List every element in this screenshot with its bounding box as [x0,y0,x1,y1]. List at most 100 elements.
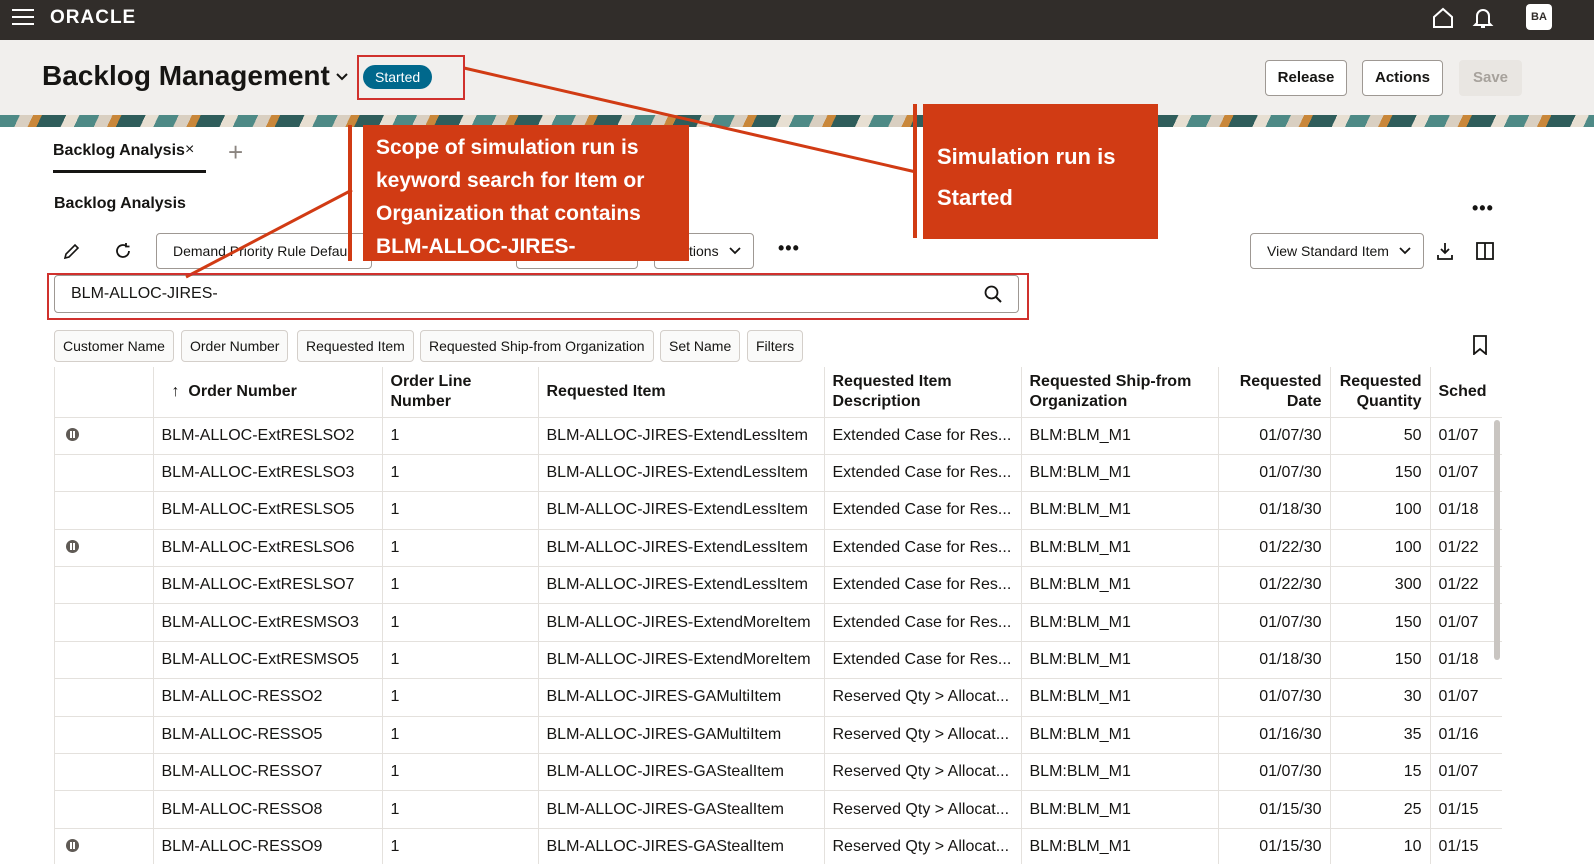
filter-chip-requested-item[interactable]: Requested Item [297,330,414,362]
home-icon[interactable] [1430,5,1456,31]
status-cell [55,417,154,455]
user-avatar[interactable]: BA [1526,4,1552,30]
requested-item-cell: BLM-ALLOC-JIRES-ExtendLessItem [538,529,825,568]
requested-item-cell: BLM-ALLOC-JIRES-ExtendMoreItem [538,603,825,642]
status-cell [55,566,154,605]
scheduled-date-cell: 01/07 [1430,753,1502,792]
column-header-requested-item[interactable]: Requested Item [538,367,825,418]
demand-priority-rule-select[interactable]: Demand Priority Rule Defaul [156,233,372,269]
column-header-ship-from-org[interactable]: Requested Ship-from Organization [1021,367,1219,418]
highlight-status-box [357,55,465,100]
requested-item-cell: BLM-ALLOC-JIRES-GAStealItem [538,828,825,864]
item-description-cell: Reserved Qty > Allocat... [824,678,1022,717]
chevron-down-icon[interactable] [335,70,349,84]
backlog-table: ↑ Order Number Order Line Number Request… [54,367,1502,864]
requested-quantity-cell: 50 [1330,417,1431,455]
section-title: Backlog Analysis [54,195,186,212]
requested-date-cell: 01/22/30 [1218,566,1331,605]
requested-date-cell: 01/18/30 [1218,491,1331,530]
requested-item-cell: BLM-ALLOC-JIRES-GAStealItem [538,753,825,792]
filters-button[interactable]: Filters [747,330,804,362]
download-icon[interactable] [1435,241,1455,261]
paused-status-icon [66,427,79,441]
requested-item-cell: BLM-ALLOC-JIRES-GAMultiItem [538,678,825,717]
tab-backlog-analysis[interactable]: Backlog Analysis [53,142,185,160]
status-cell [55,641,154,680]
save-button[interactable]: Save [1459,60,1522,96]
column-header-requested-quantity[interactable]: Requested Quantity [1330,367,1431,418]
order-line-cell: 1 [382,566,539,605]
release-button[interactable]: Release [1265,60,1347,96]
table-row[interactable]: BLM-ALLOC-ExtRESLSO2 1 BLM-ALLOC-JIRES-Ext… [55,417,1502,455]
column-header-order-number[interactable]: ↑ Order Number [153,367,383,418]
bookmark-icon[interactable] [1471,335,1489,355]
ship-from-org-cell: BLM:BLM_M1 [1021,454,1219,493]
filter-chip-order-number[interactable]: Order Number [181,330,289,362]
requested-date-cell: 01/16/30 [1218,716,1331,755]
requested-quantity-cell: 300 [1330,566,1431,605]
table-row[interactable]: BLM-ALLOC-RESSO8 1 BLM-ALLOC-JIRES-GASteal… [55,790,1502,829]
edit-pencil-icon[interactable] [62,241,82,261]
column-header-requested-date[interactable]: Requested Date [1218,367,1331,418]
table-row[interactable]: BLM-ALLOC-RESSO2 1 BLM-ALLOC-JIRES-GAMulti… [55,678,1502,717]
requested-quantity-cell: 150 [1330,603,1431,642]
table-row[interactable]: BLM-ALLOC-ExtRESMSO5 1 BLM-ALLOC-JIRES-Ext… [55,641,1502,680]
ship-from-org-cell: BLM:BLM_M1 [1021,641,1219,680]
decorative-banner [0,115,1594,127]
table-row[interactable]: BLM-ALLOC-ExtRESLSO5 1 BLM-ALLOC-JIRES-Ext… [55,491,1502,530]
order-line-cell: 1 [382,641,539,680]
hamburger-menu-icon[interactable] [12,9,34,27]
page-title: Backlog Management [42,60,330,91]
requested-date-cell: 01/22/30 [1218,529,1331,568]
notifications-bell-icon[interactable] [1470,5,1496,31]
table-row[interactable]: BLM-ALLOC-ExtRESLSO3 1 BLM-ALLOC-JIRES-Ext… [55,454,1502,493]
ship-from-org-cell: BLM:BLM_M1 [1021,753,1219,792]
requested-date-cell: 01/15/30 [1218,790,1331,829]
ship-from-org-cell: BLM:BLM_M1 [1021,716,1219,755]
table-row[interactable]: BLM-ALLOC-RESSO5 1 BLM-ALLOC-JIRES-GAMulti… [55,716,1502,755]
ship-from-org-cell: BLM:BLM_M1 [1021,491,1219,530]
requested-quantity-cell: 25 [1330,790,1431,829]
table-row[interactable]: BLM-ALLOC-ExtRESLSO7 1 BLM-ALLOC-JIRES-Ext… [55,566,1502,605]
item-description-cell: Reserved Qty > Allocat... [824,790,1022,829]
table-row[interactable]: BLM-ALLOC-ExtRESMSO3 1 BLM-ALLOC-JIRES-Ext… [55,603,1502,642]
order-line-cell: 1 [382,603,539,642]
requested-item-cell: BLM-ALLOC-JIRES-ExtendLessItem [538,566,825,605]
filter-chip-customer-name[interactable]: Customer Name [54,330,174,362]
table-row[interactable]: BLM-ALLOC-RESSO7 1 BLM-ALLOC-JIRES-GASteal… [55,753,1502,792]
column-panel-icon[interactable] [1475,241,1495,261]
sort-ascending-icon[interactable]: ↑ [172,383,180,400]
requested-quantity-cell: 15 [1330,753,1431,792]
refresh-icon[interactable] [113,241,133,261]
column-header-scheduled[interactable]: Sched [1430,367,1502,418]
column-header-order-line-number[interactable]: Order Line Number [382,367,539,418]
item-description-cell: Extended Case for Res... [824,417,1022,455]
item-description-cell: Extended Case for Res... [824,566,1022,605]
toolbar-more-icon[interactable]: ••• [778,238,800,259]
table-scrollbar[interactable] [1494,420,1500,660]
close-tab-icon[interactable]: × [185,141,194,159]
scheduled-date-cell: 01/15 [1430,828,1502,864]
item-description-cell: Reserved Qty > Allocat... [824,716,1022,755]
filter-chip-set-name[interactable]: Set Name [660,330,741,362]
order-number-cell: BLM-ALLOC-ExtRESLSO7 [153,566,383,605]
order-line-cell: 1 [382,454,539,493]
column-header-item-description[interactable]: Requested Item Description [824,367,1022,418]
table-row[interactable]: BLM-ALLOC-ExtRESLSO6 1 BLM-ALLOC-JIRES-Ext… [55,529,1502,568]
more-options-icon[interactable]: ••• [1472,198,1494,219]
requested-quantity-cell: 35 [1330,716,1431,755]
order-line-cell: 1 [382,417,539,455]
paused-status-icon [66,539,79,553]
add-tab-icon[interactable]: + [228,139,243,165]
requested-date-cell: 01/18/30 [1218,641,1331,680]
filter-chip-ship-from-org[interactable]: Requested Ship-from Organization [420,330,654,362]
order-number-cell: BLM-ALLOC-ExtRESMSO5 [153,641,383,680]
scheduled-date-cell: 01/07 [1430,417,1502,455]
scheduled-date-cell: 01/07 [1430,678,1502,717]
requested-date-cell: 01/07/30 [1218,678,1331,717]
table-row[interactable]: BLM-ALLOC-RESSO9 1 BLM-ALLOC-JIRES-GASteal… [55,828,1502,864]
view-select[interactable]: View Standard Item [1250,233,1424,269]
requested-quantity-cell: 150 [1330,641,1431,680]
actions-button[interactable]: Actions [1362,60,1443,96]
requested-quantity-cell: 10 [1330,828,1431,864]
